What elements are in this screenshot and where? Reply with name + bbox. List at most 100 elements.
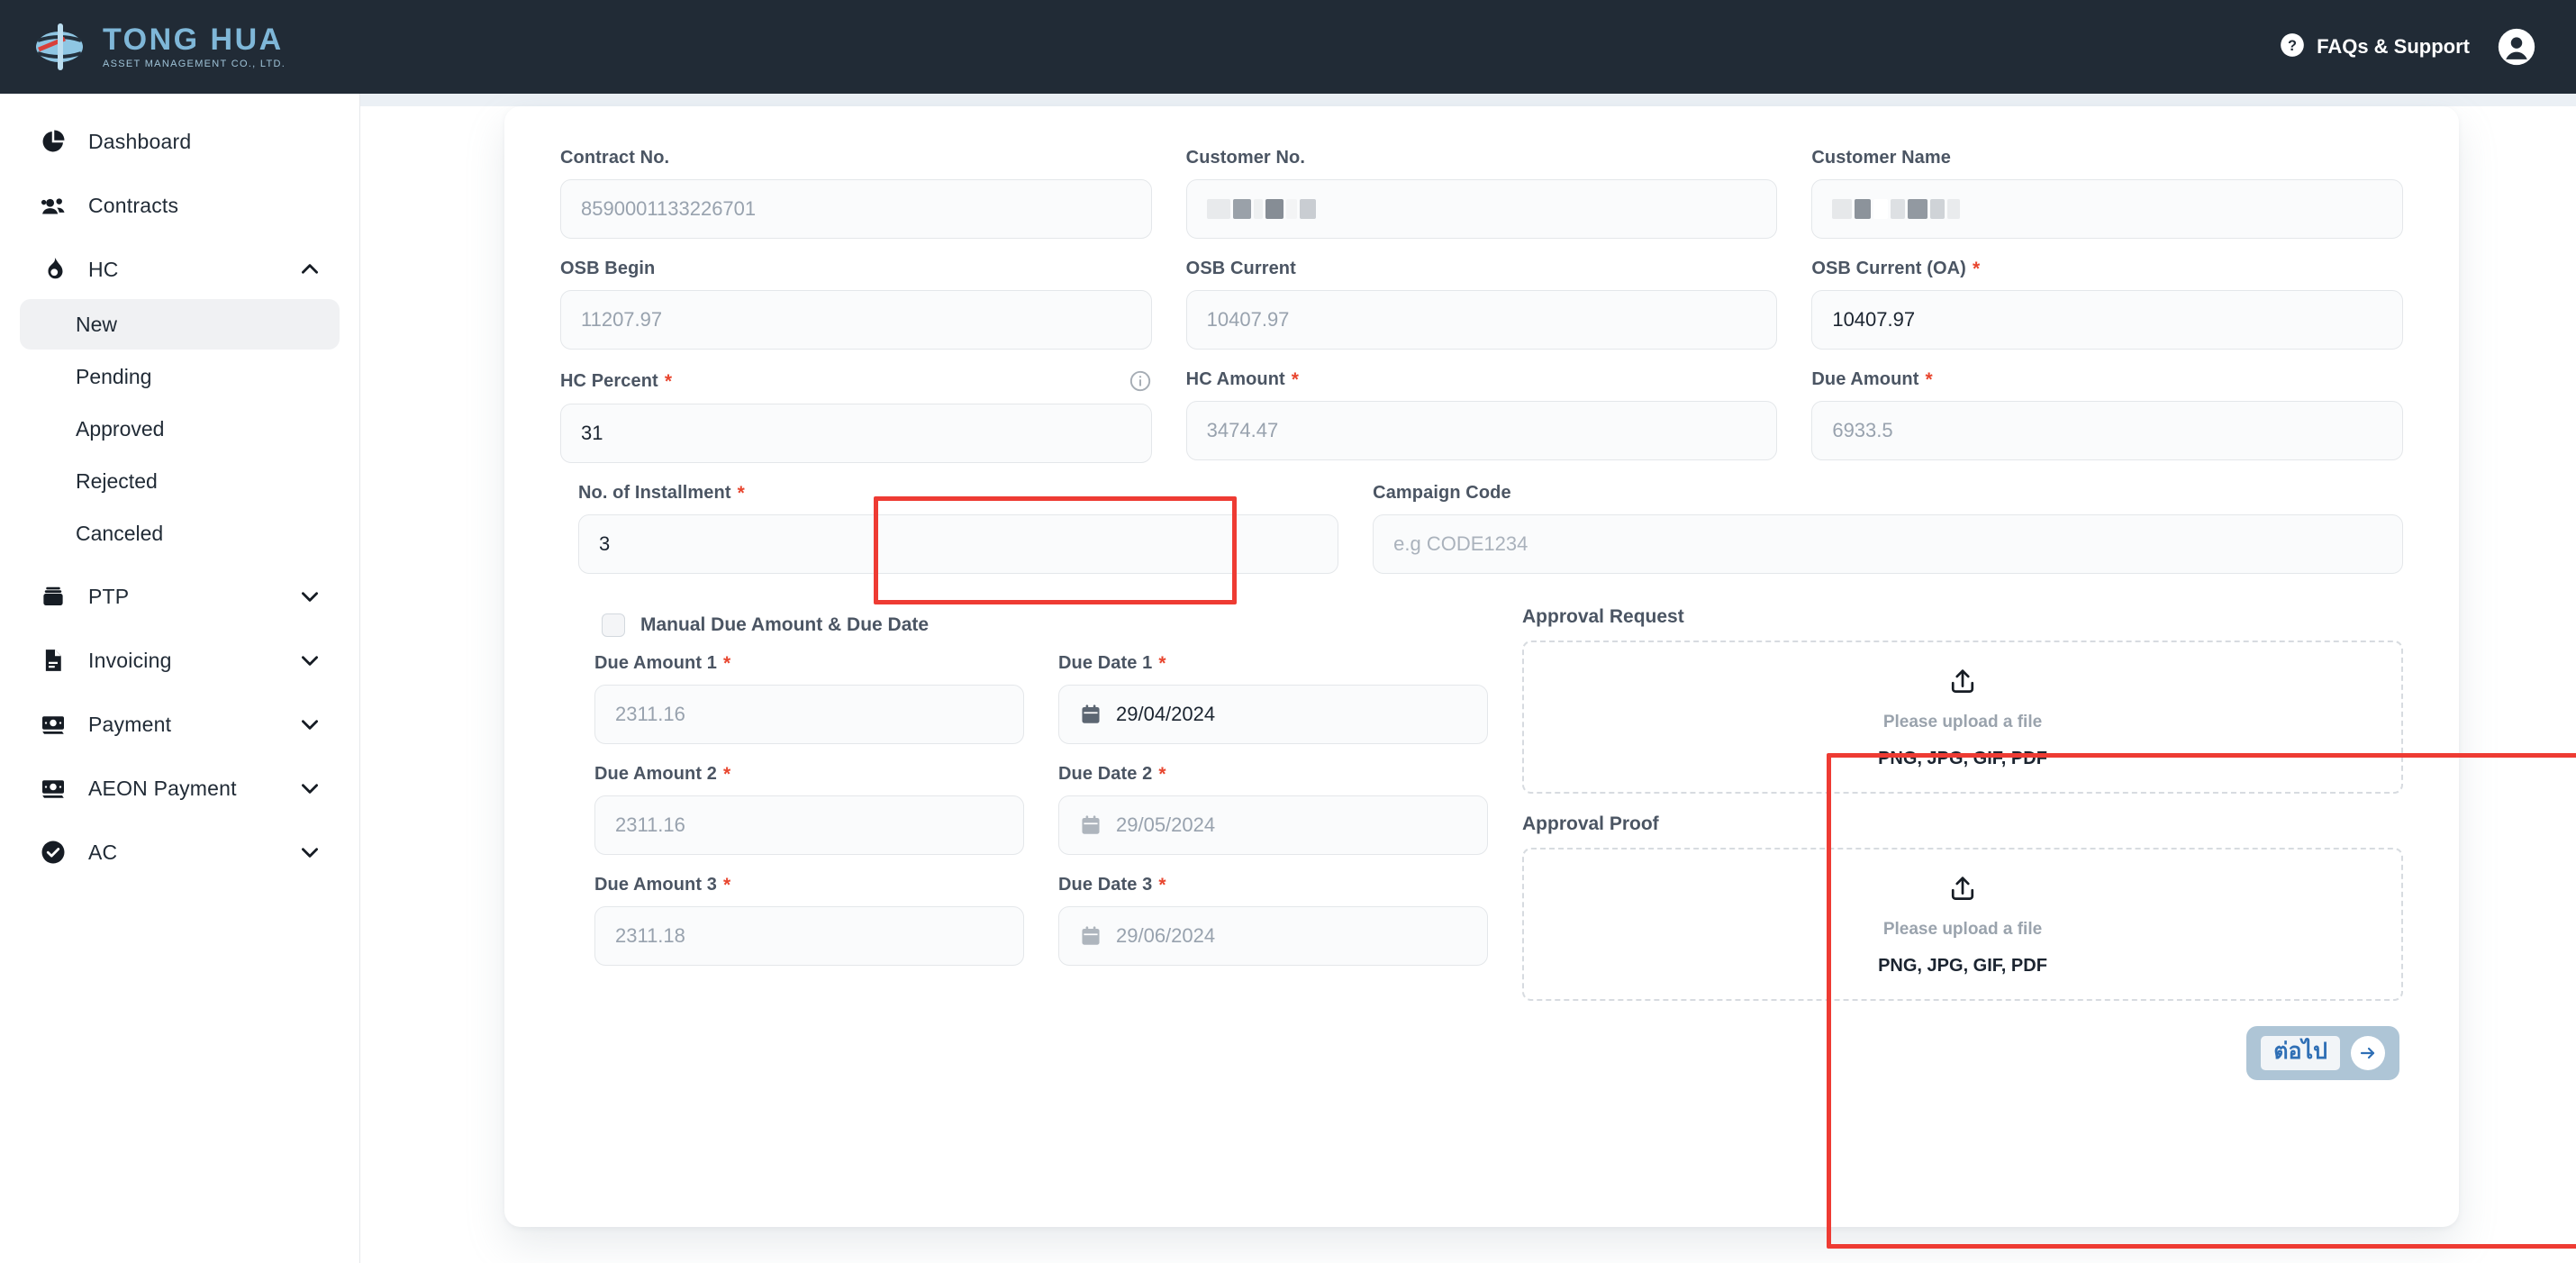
- required-asterisk: *: [723, 654, 730, 673]
- main-content-area: Contract No. 8590001133226701 Customer N…: [360, 94, 2576, 1263]
- faqs-support-button[interactable]: ? FAQs & Support: [2280, 32, 2470, 62]
- field-label: OSB Current: [1186, 259, 1778, 279]
- required-asterisk: *: [1925, 370, 1932, 389]
- due-amount-1-input[interactable]: 2311.16: [594, 685, 1024, 744]
- due-date-3-value: 29/06/2024: [1116, 924, 1215, 948]
- field-label: Due Amount 1 *: [594, 653, 1024, 674]
- sidebar-item-dashboard[interactable]: Dashboard: [20, 114, 340, 169]
- field-label: Due Amount *: [1811, 369, 2403, 390]
- sidebar-subitem-label: New: [76, 313, 117, 337]
- chevron-up-icon[interactable]: [298, 258, 322, 281]
- hc-percent-input[interactable]: 31: [560, 404, 1152, 463]
- field-osb-begin: OSB Begin 11207.97: [560, 259, 1152, 350]
- sidebar-item-label: AEON Payment: [88, 777, 237, 801]
- field-customer-no: Customer No.: [1186, 148, 1778, 239]
- upload-prompt-text: Please upload a file: [1883, 713, 2042, 732]
- osb-current-oa-input[interactable]: 10407.97: [1811, 290, 2403, 350]
- due-date-1-value: 29/04/2024: [1116, 703, 1215, 726]
- field-label: Campaign Code: [1373, 483, 2403, 504]
- fire-icon: [38, 254, 68, 285]
- chevron-down-icon[interactable]: [298, 840, 322, 864]
- info-circle-icon[interactable]: [1129, 369, 1152, 393]
- field-hc-amount: HC Amount * 3474.47: [1186, 369, 1778, 463]
- upload-icon: [1947, 666, 1978, 696]
- field-due-date-3: Due Date 3 *: [1058, 875, 1488, 966]
- required-asterisk: *: [723, 765, 730, 784]
- sidebar-item-approved[interactable]: Approved: [20, 404, 340, 454]
- approval-request-label: Approval Request: [1522, 606, 2403, 628]
- brand-logo[interactable]: TONG HUA ASSET MANAGEMENT CO., LTD.: [32, 23, 286, 71]
- sidebar-item-pending[interactable]: Pending: [20, 351, 340, 402]
- check-circle-icon: [38, 837, 68, 868]
- approval-proof-dropzone[interactable]: Please upload a file PNG, JPG, GIF, PDF: [1522, 848, 2403, 1001]
- approval-proof-label: Approval Proof: [1522, 813, 2403, 835]
- required-asterisk: *: [665, 372, 672, 391]
- upload-formats-text: PNG, JPG, GIF, PDF: [1878, 956, 2047, 977]
- campaign-code-input[interactable]: e.g CODE1234: [1373, 514, 2403, 574]
- approval-request-dropzone[interactable]: Please upload a file PNG, JPG, GIF, PDF: [1522, 641, 2403, 794]
- sidebar-item-rejected[interactable]: Rejected: [20, 456, 340, 506]
- banknote-icon: [38, 773, 68, 804]
- upload-icon: [1947, 873, 1978, 904]
- calendar-icon: [1079, 703, 1102, 726]
- field-label: Due Amount 3 *: [594, 875, 1024, 895]
- manual-due-checkbox[interactable]: [602, 613, 625, 637]
- sidebar-item-invoicing[interactable]: Invoicing: [20, 632, 340, 688]
- hc-new-form-card: Contract No. 8590001133226701 Customer N…: [504, 106, 2459, 1227]
- due-date-2-input[interactable]: 29/05/2024: [1058, 795, 1488, 855]
- brand-tagline: ASSET MANAGEMENT CO., LTD.: [103, 59, 286, 69]
- sidebar-item-label: PTP: [88, 585, 129, 609]
- sidebar-item-canceled[interactable]: Canceled: [20, 508, 340, 559]
- field-campaign-code: Campaign Code e.g CODE1234: [1373, 483, 2403, 574]
- due-date-2-value: 29/05/2024: [1116, 813, 1215, 837]
- sidebar-item-ac[interactable]: AC: [20, 824, 340, 880]
- osb-begin-input[interactable]: 11207.97: [560, 290, 1152, 350]
- chevron-down-icon[interactable]: [298, 585, 322, 608]
- due-amount-3-input[interactable]: 2311.18: [594, 906, 1024, 966]
- field-label: OSB Current (OA) *: [1811, 259, 2403, 279]
- sidebar-item-ptp[interactable]: PTP: [20, 568, 340, 624]
- field-label: No. of Installment *: [578, 483, 1338, 504]
- field-due-date-2: Due Date 2 *: [1058, 764, 1488, 855]
- top-navigation-bar: TONG HUA ASSET MANAGEMENT CO., LTD. ? FA…: [0, 0, 2576, 94]
- customer-name-input[interactable]: [1811, 179, 2403, 239]
- field-due-amount-2: Due Amount 2 * 2311.16: [594, 764, 1024, 855]
- arrow-right-circle-icon: [2351, 1036, 2385, 1070]
- chevron-down-icon[interactable]: [298, 649, 322, 672]
- chevron-down-icon[interactable]: [298, 713, 322, 736]
- sidebar-subitem-label: Rejected: [76, 469, 158, 494]
- field-contract-no: Contract No. 8590001133226701: [560, 148, 1152, 239]
- sidebar-subitem-label: Canceled: [76, 522, 163, 546]
- sidebar-item-aeon-payment[interactable]: AEON Payment: [20, 760, 340, 816]
- manual-due-checkbox-row[interactable]: Manual Due Amount & Due Date: [602, 613, 1488, 637]
- sidebar-item-contracts[interactable]: Contracts: [20, 177, 340, 233]
- due-amount-input[interactable]: 6933.5: [1811, 401, 2403, 460]
- no-of-installment-input[interactable]: 3: [578, 514, 1338, 574]
- sidebar-item-payment[interactable]: Payment: [20, 696, 340, 752]
- document-icon: [38, 645, 68, 676]
- svg-text:?: ?: [2288, 37, 2297, 53]
- sidebar-subitem-label: Pending: [76, 365, 151, 389]
- due-date-3-input[interactable]: 29/06/2024: [1058, 906, 1488, 966]
- sidebar-item-new[interactable]: New: [20, 299, 340, 350]
- field-label: Due Amount 2 *: [594, 764, 1024, 785]
- customer-no-input[interactable]: [1186, 179, 1778, 239]
- sidebar-item-label: Dashboard: [88, 130, 191, 154]
- next-button-label: ต่อไป: [2261, 1036, 2340, 1070]
- field-label: HC Amount *: [1186, 369, 1778, 390]
- due-date-1-input[interactable]: 29/04/2024: [1058, 685, 1488, 744]
- tong-hua-logo-icon: [32, 23, 90, 71]
- redacted-value: [1207, 199, 1316, 219]
- field-label: OSB Begin: [560, 259, 1152, 279]
- pie-chart-icon: [38, 126, 68, 157]
- osb-current-input[interactable]: 10407.97: [1186, 290, 1778, 350]
- hc-amount-input[interactable]: 3474.47: [1186, 401, 1778, 460]
- user-avatar-icon[interactable]: [2497, 27, 2536, 67]
- field-hc-percent: HC Percent * 31: [560, 369, 1152, 463]
- due-amount-2-input[interactable]: 2311.16: [594, 795, 1024, 855]
- contract-no-input[interactable]: 8590001133226701: [560, 179, 1152, 239]
- next-button[interactable]: ต่อไป: [2246, 1026, 2399, 1080]
- calendar-icon: [1079, 813, 1102, 837]
- chevron-down-icon[interactable]: [298, 777, 322, 800]
- sidebar-item-hc[interactable]: HC: [20, 241, 340, 297]
